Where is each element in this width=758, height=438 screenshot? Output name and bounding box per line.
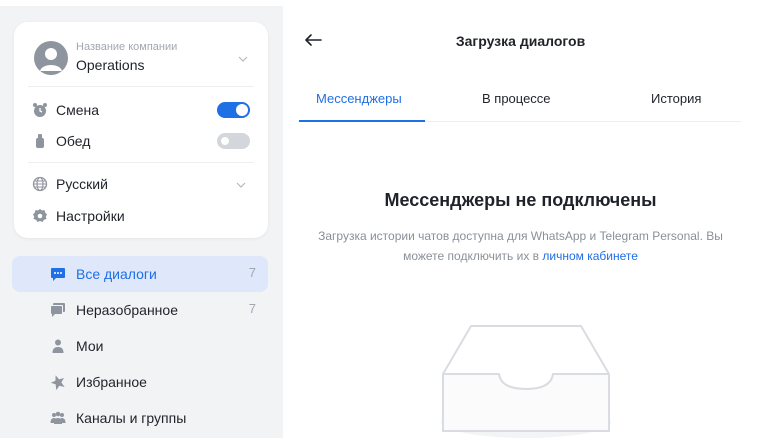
globe-icon [32, 176, 48, 192]
shift-label: Смена [56, 102, 100, 118]
food-icon [36, 134, 44, 148]
nav-count: 7 [248, 265, 256, 280]
dialog-import-panel: Загрузка диалогов Мессенджеры В процессе… [283, 6, 758, 438]
settings-item[interactable]: Настройки [32, 205, 252, 227]
tab-bar: Мессенджеры В процессе История [299, 78, 741, 122]
chevron-down-icon [238, 56, 248, 62]
nav-label: Избранное [76, 374, 147, 390]
lunch-toggle[interactable] [217, 133, 250, 149]
user-silhouette-icon [40, 48, 62, 71]
nav-label: Все диалоги [76, 266, 157, 282]
gear-icon [33, 209, 47, 222]
chat-bubble-icon [51, 268, 65, 281]
nav-mine[interactable]: Мои [12, 328, 268, 364]
empty-state-title: Мессенджеры не подключены [384, 190, 657, 210]
tab-in-progress[interactable]: В процессе [482, 91, 551, 106]
nav-unsorted[interactable]: Неразобранное 7 [12, 292, 268, 328]
language-selector[interactable]: Русский [32, 173, 252, 195]
person-icon [52, 339, 64, 353]
nav-label: Каналы и группы [76, 410, 187, 426]
nav-channels-groups[interactable]: Каналы и группы [12, 400, 268, 436]
page-title: Загрузка диалогов [455, 33, 586, 49]
tab-messengers[interactable]: Мессенджеры [316, 91, 402, 106]
company-selector[interactable]: Название компании Operations [34, 39, 248, 81]
empty-state-text: Загрузка истории чатов доступна для What… [313, 226, 728, 266]
lunch-label: Обед [56, 133, 91, 149]
personal-account-link[interactable]: личном кабинете [542, 249, 638, 263]
group-icon [50, 411, 66, 424]
company-label: Название компании [76, 41, 178, 53]
active-tab-indicator [299, 120, 425, 122]
lunch-row: Обед [32, 130, 252, 152]
nav-all-dialogs[interactable]: Все диалоги 7 [12, 256, 268, 292]
nav-favorites[interactable]: Избранное [12, 364, 268, 400]
nav-label: Мои [76, 338, 104, 354]
tab-history[interactable]: История [651, 91, 701, 106]
nav-label: Неразобранное [76, 302, 178, 318]
settings-label: Настройки [56, 208, 125, 224]
empty-inbox-icon [441, 325, 611, 438]
chevron-down-icon [236, 182, 246, 188]
empty-state-description: Загрузка истории чатов доступна для What… [318, 229, 723, 263]
profile-card: Название компании Operations Смена Обед [14, 22, 268, 238]
chat-stack-icon [51, 303, 65, 317]
alarm-clock-icon [33, 103, 47, 117]
divider [28, 86, 254, 87]
nav-count: 7 [248, 301, 256, 316]
divider [28, 162, 254, 163]
shift-toggle[interactable] [217, 102, 250, 118]
avatar [34, 41, 68, 75]
language-label: Русский [56, 176, 108, 192]
company-name: Operations [76, 57, 145, 73]
star-icon [50, 375, 65, 390]
shift-row: Смена [32, 99, 252, 121]
